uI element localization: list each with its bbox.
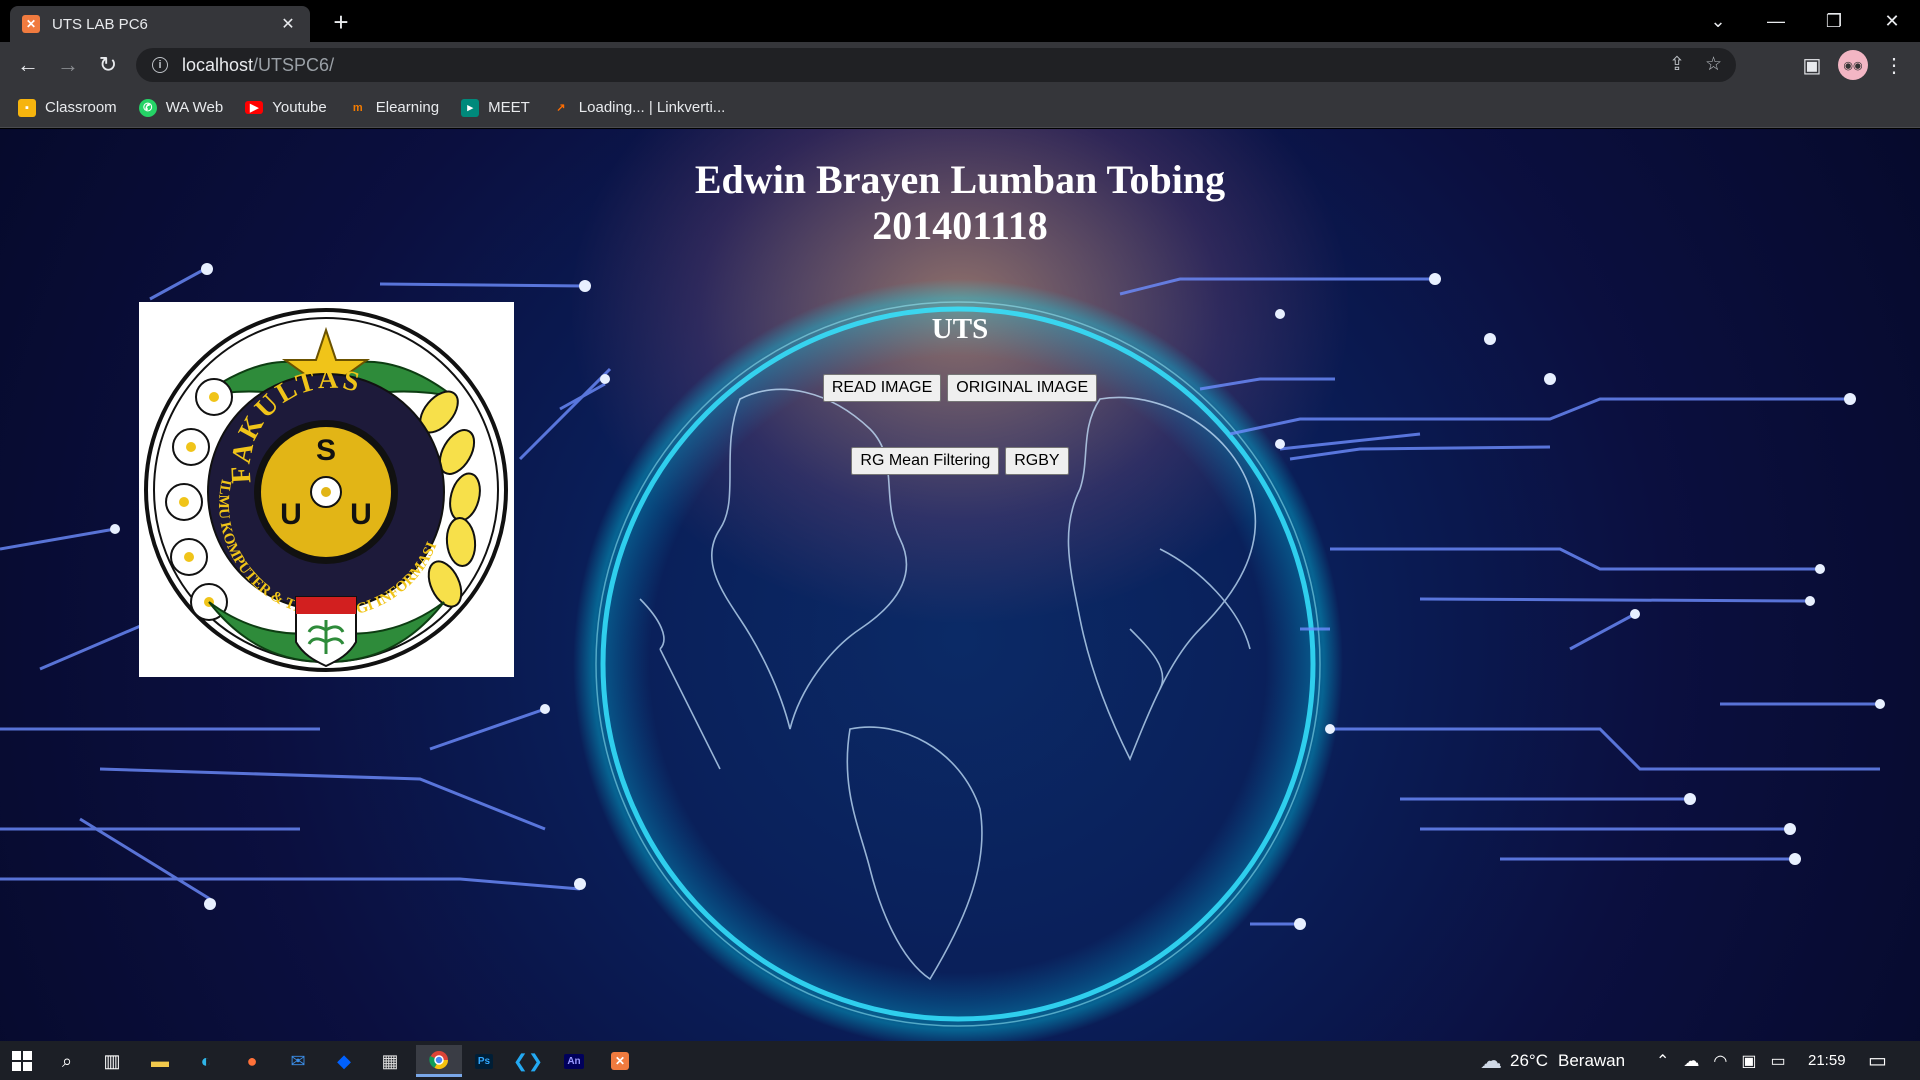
- reload-button[interactable]: ↻: [92, 49, 124, 81]
- weather-widget[interactable]: ☁ 26°C Berawan: [1480, 1041, 1625, 1080]
- search-icon[interactable]: ⌕: [47, 1045, 87, 1077]
- windows-start-icon[interactable]: [2, 1045, 42, 1077]
- bookmark-label: Elearning: [375, 99, 440, 116]
- student-nim: 201401118: [872, 203, 1048, 248]
- bookmark-label: MEET: [488, 99, 530, 116]
- bookmark-star-icon[interactable]: ☆: [1705, 53, 1722, 76]
- bookmark-elearning[interactable]: m Elearning: [349, 99, 439, 117]
- section-title: UTS: [931, 313, 989, 345]
- bookmark-linkvertise[interactable]: ↗ Loading... | Linkverti...: [552, 99, 725, 117]
- original-image-button[interactable]: ORIGINAL IMAGE: [947, 374, 1098, 402]
- restore-button[interactable]: ❐: [1806, 0, 1862, 42]
- whatsapp-icon: ✆: [138, 98, 157, 117]
- classroom-icon: ▪: [18, 98, 36, 117]
- mail-icon[interactable]: ✉: [278, 1045, 318, 1077]
- browser-titlebar: ✕ UTS LAB PC6 ✕ + ⌄ — ❐ ✕: [0, 0, 1920, 42]
- button-row-primary: READ IMAGE ORIGINAL IMAGE: [0, 374, 1920, 402]
- xampp-icon[interactable]: ✕: [600, 1045, 640, 1077]
- rg-mean-filtering-button[interactable]: RG Mean Filtering: [851, 447, 1000, 475]
- faculty-logo: FAKULTAS ILMU KOMPUTER & TEKNOLOGI INFOR…: [139, 302, 514, 677]
- windows-taskbar: ⌕ ▥ ▬ ◐ ● ✉ ◆ ▦ Ps ❮❯ An ✕ ☁ 26°C Berawa…: [0, 1041, 1920, 1080]
- edge-icon[interactable]: ◐: [186, 1045, 226, 1077]
- student-name: Edwin Brayen Lumban Tobing: [694, 157, 1226, 202]
- site-info-icon[interactable]: i: [152, 57, 168, 73]
- button-row-filters: RG Mean Filtering RGBY: [0, 447, 1920, 475]
- animate-icon[interactable]: An: [554, 1045, 594, 1077]
- xampp-favicon-icon: ✕: [22, 15, 40, 33]
- clock[interactable]: 21:59: [1808, 1041, 1846, 1080]
- firefox-icon[interactable]: ●: [232, 1045, 272, 1077]
- photoshop-icon[interactable]: Ps: [464, 1045, 504, 1077]
- cloud-weather-icon: ☁: [1480, 1047, 1502, 1073]
- youtube-icon: ▶: [245, 101, 264, 114]
- notifications-icon[interactable]: ▭: [1868, 1041, 1887, 1080]
- linkvertise-icon: ↗: [556, 102, 566, 114]
- bookmarks-bar: ▪ Classroom ✆ WA Web ▶ Youtube m Elearni…: [0, 88, 1920, 128]
- browser-tab-active[interactable]: ✕ UTS LAB PC6 ✕: [10, 6, 310, 42]
- close-window-button[interactable]: ✕: [1864, 0, 1920, 42]
- battery-icon[interactable]: ▭: [1771, 1051, 1786, 1071]
- wifi-icon[interactable]: ◠: [1713, 1051, 1727, 1071]
- minimize-button[interactable]: —: [1748, 0, 1804, 42]
- task-view-icon[interactable]: ▥: [92, 1045, 132, 1077]
- onedrive-icon[interactable]: ☁: [1683, 1051, 1699, 1071]
- weather-temp: 26°C: [1510, 1050, 1548, 1070]
- read-image-button[interactable]: READ IMAGE: [822, 374, 942, 402]
- new-tab-button[interactable]: +: [325, 6, 357, 38]
- bookmark-meet[interactable]: ▸ MEET: [461, 98, 530, 117]
- tray-chevron-up-icon[interactable]: ⌃: [1656, 1051, 1669, 1071]
- system-tray: ⌃ ☁ ◠ ▣ ▭: [1656, 1041, 1786, 1080]
- url-path: /UTSPC6/: [253, 54, 335, 75]
- bookmark-wa-web[interactable]: ✆ WA Web: [138, 98, 224, 117]
- logo-letter-u-left: U: [280, 498, 302, 531]
- close-tab-icon[interactable]: ✕: [278, 14, 298, 34]
- page-content: Edwin Brayen Lumban Tobing 201401118 FAK…: [0, 129, 1920, 1041]
- bookmark-label: Classroom: [45, 99, 117, 116]
- profile-avatar[interactable]: ◉◉: [1838, 50, 1868, 80]
- bookmark-youtube[interactable]: ▶ Youtube: [245, 99, 327, 116]
- meet-icon: ▸: [461, 98, 480, 117]
- page-heading: Edwin Brayen Lumban Tobing 201401118: [0, 157, 1920, 249]
- address-bar[interactable]: i localhost/UTSPC6/ ⇪ ☆: [136, 48, 1736, 82]
- tab-search-chevron-icon[interactable]: ⌄: [1690, 0, 1746, 42]
- bookmark-label: Loading... | Linkverti...: [578, 99, 726, 116]
- security-icon[interactable]: ▣: [1741, 1051, 1756, 1071]
- logo-letter-u-right: U: [350, 498, 372, 531]
- browser-toolbar: ← → ↻ i localhost/UTSPC6/ ⇪ ☆ ▣ ⋮: [0, 42, 1920, 88]
- chrome-icon[interactable]: [416, 1045, 462, 1077]
- file-explorer-icon[interactable]: ▬: [140, 1045, 180, 1077]
- forward-button[interactable]: →: [52, 49, 84, 81]
- weather-desc: Berawan: [1557, 1050, 1626, 1070]
- vscode-icon[interactable]: ❮❯: [508, 1045, 548, 1077]
- elearning-icon: m: [352, 101, 363, 114]
- clock-time: 21:59: [1808, 1052, 1846, 1069]
- bookmark-label: Youtube: [272, 99, 327, 116]
- bookmark-classroom[interactable]: ▪ Classroom: [18, 98, 117, 117]
- share-icon[interactable]: ⇪: [1669, 53, 1685, 76]
- bookmark-label: WA Web: [165, 99, 224, 116]
- browser-menu-icon[interactable]: ⋮: [1878, 49, 1910, 81]
- url-host: localhost: [182, 54, 254, 75]
- rgby-button[interactable]: RGBY: [1005, 447, 1069, 475]
- tab-title: UTS LAB PC6: [52, 15, 148, 33]
- back-button[interactable]: ←: [12, 49, 44, 81]
- calculator-icon[interactable]: ▦: [370, 1045, 410, 1077]
- dropbox-icon[interactable]: ◆: [324, 1045, 364, 1077]
- side-panel-icon[interactable]: ▣: [1796, 49, 1828, 81]
